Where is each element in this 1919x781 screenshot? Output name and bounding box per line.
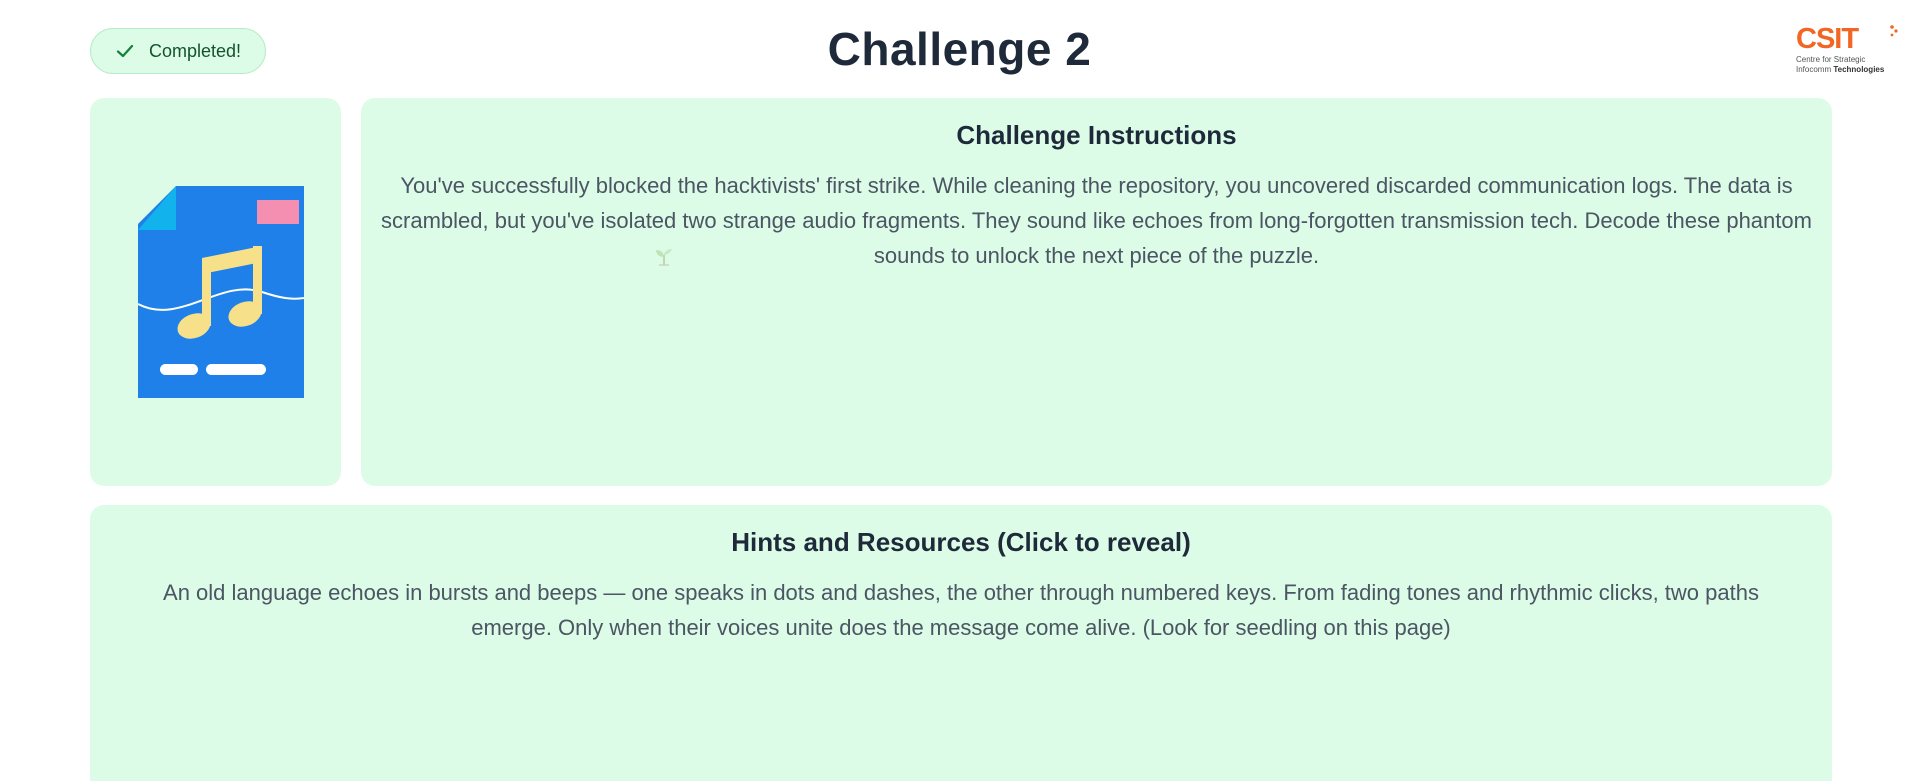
instructions-text: You've successfully blocked the hacktivi… [381, 173, 1812, 268]
audio-file-icon [137, 186, 304, 398]
challenge-page: Completed! Challenge 2 CSIT Centre for S… [0, 0, 1919, 781]
page-title: Challenge 2 [827, 23, 1092, 75]
instructions-heading: Challenge Instructions [956, 120, 1237, 150]
seedling-icon[interactable] [654, 246, 674, 266]
hints-text: An old language echoes in bursts and bee… [163, 580, 1759, 640]
challenge-icon-card [90, 98, 341, 486]
hints-card[interactable]: Hints and Resources (Click to reveal) An… [90, 505, 1832, 781]
logo-tagline-1: Centre for Strategic [1796, 55, 1866, 64]
csit-logo: CSIT Centre for Strategic Infocomm Techn… [1796, 22, 1900, 78]
csit-logo-mark: CSIT [1796, 23, 1898, 54]
instructions-card: Challenge Instructions You've successful… [361, 98, 1832, 486]
logo-tagline-2: Infocomm Technologies [1796, 65, 1885, 74]
logo-wordmark: CSIT [1796, 23, 1859, 54]
hints-heading[interactable]: Hints and Resources (Click to reveal) [90, 527, 1832, 558]
